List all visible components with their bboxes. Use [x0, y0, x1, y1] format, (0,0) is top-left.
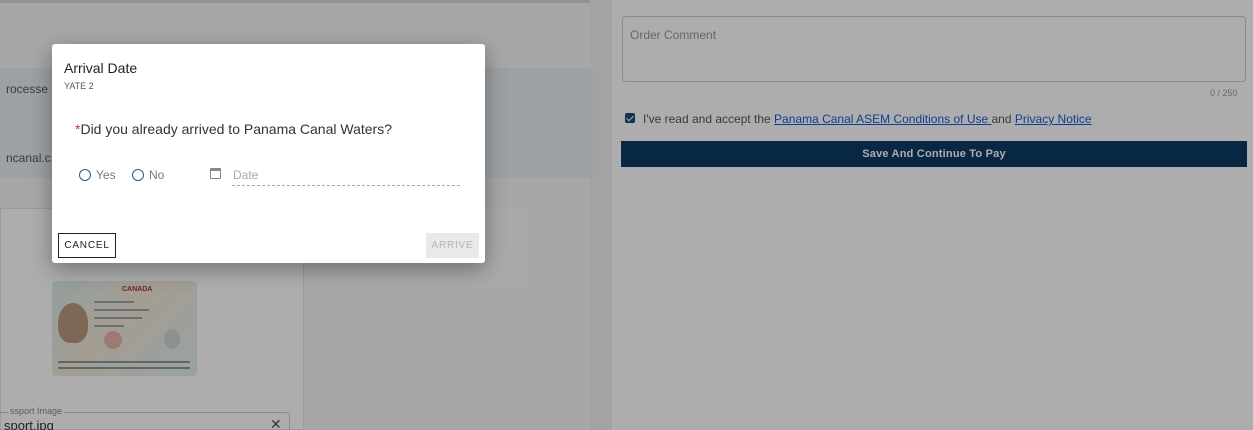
yes-radio[interactable]: [79, 169, 91, 181]
calendar-icon[interactable]: [210, 168, 221, 179]
arrival-question-text: Did you already arrived to Panama Canal …: [80, 121, 392, 137]
arrival-date-dialog: Arrival Date YATE 2 *Did you already arr…: [52, 44, 485, 263]
arrival-question: *Did you already arrived to Panama Canal…: [75, 121, 392, 137]
dialog-title: Arrival Date: [64, 60, 138, 76]
dialog-subtitle: YATE 2: [64, 81, 94, 91]
yes-radio-label[interactable]: Yes: [96, 168, 116, 182]
date-input[interactable]: [232, 185, 460, 186]
arrive-button[interactable]: ARRIVE: [426, 233, 479, 258]
cancel-button[interactable]: CANCEL: [58, 233, 116, 258]
no-radio[interactable]: [132, 169, 144, 181]
date-input-placeholder[interactable]: Date: [233, 168, 258, 182]
no-radio-label[interactable]: No: [149, 168, 164, 182]
